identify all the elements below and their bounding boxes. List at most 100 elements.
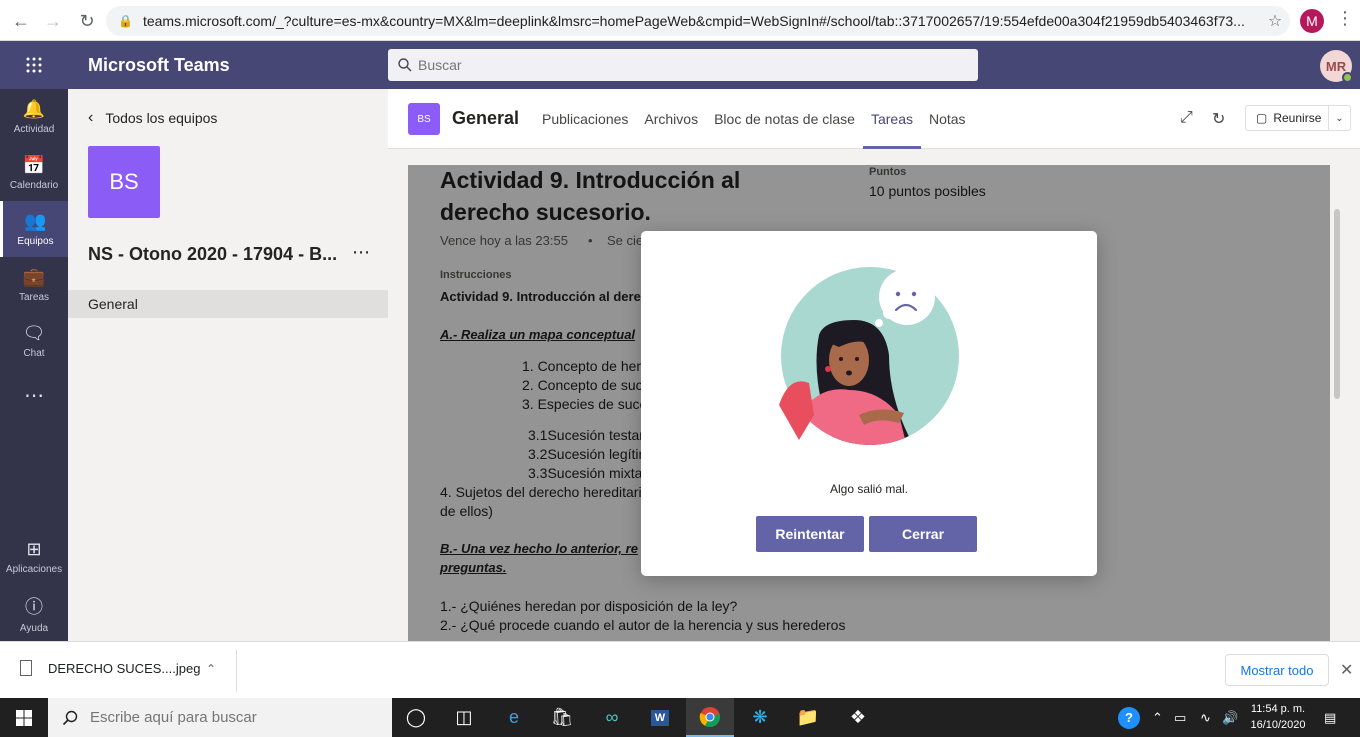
bookmark-star-icon[interactable]: ☆: [1260, 11, 1290, 31]
taskbar-search[interactable]: [48, 698, 392, 737]
show-all-button[interactable]: Mostrar todo: [1225, 654, 1329, 686]
chevron-down-icon[interactable]: ⌄: [1328, 106, 1350, 130]
cortana-icon[interactable]: ◯: [392, 698, 440, 737]
word-icon[interactable]: W: [636, 698, 684, 737]
battery-icon[interactable]: ▭: [1174, 698, 1186, 737]
error-dialog: Algo salió mal. Reintentar Cerrar: [641, 231, 1097, 576]
video-camera-icon: ▢: [1256, 111, 1268, 125]
store-icon[interactable]: 🛍: [538, 698, 586, 737]
team-more-options-icon[interactable]: ⋯: [352, 242, 370, 263]
rail-item-assignments[interactable]: 💼 Tareas: [0, 257, 68, 313]
search-box[interactable]: [388, 49, 978, 81]
taskbar-search-input[interactable]: [90, 709, 370, 726]
system-clock[interactable]: 11:54 p. m. 16/10/2020: [1246, 701, 1310, 733]
meet-button[interactable]: ▢ Reunirse ⌄: [1245, 105, 1351, 131]
apps-icon: ⊞: [26, 539, 42, 559]
infinity-app-icon[interactable]: ∞: [588, 698, 636, 737]
lock-icon: 🔒: [118, 14, 133, 28]
channel-header: BS General Publicaciones Archivos Bloc d…: [388, 89, 1360, 149]
dropbox-icon[interactable]: ❖: [834, 698, 882, 737]
notifications-icon[interactable]: ▤: [1324, 698, 1336, 737]
refresh-icon[interactable]: ↻: [1212, 109, 1225, 129]
windows-start-icon[interactable]: [0, 698, 48, 737]
rail-item-activity[interactable]: 🔔 Actividad: [0, 89, 68, 145]
clock-time: 11:54 p. m.: [1250, 703, 1306, 715]
expand-icon[interactable]: ⤢: [1180, 109, 1193, 127]
all-teams-link[interactable]: ‹ Todos los equipos: [88, 109, 217, 127]
help-icon: ⓘ: [25, 596, 43, 617]
teams-icon: 👥: [24, 211, 47, 231]
clock-date: 16/10/2020: [1250, 719, 1306, 731]
reload-icon[interactable]: ↻: [72, 6, 102, 36]
channel-item-general[interactable]: General: [68, 290, 388, 318]
rail-label: Tareas: [18, 292, 49, 303]
chat-icon: 🗨: [22, 323, 46, 343]
rail-label: Equipos: [17, 236, 54, 247]
tab-assignments[interactable]: Tareas: [862, 89, 921, 149]
download-bar: DERECHO SUCES....jpeg ⌃ Mostrar todo ✕: [0, 641, 1360, 698]
tab-grades[interactable]: Notas: [921, 89, 974, 149]
tab-class-notebook[interactable]: Bloc de notas de clase: [706, 89, 863, 149]
rail-item-chat[interactable]: 🗨 Chat: [0, 313, 68, 369]
rail-item-help[interactable]: ⓘ Ayuda: [0, 585, 68, 641]
rail-item-teams[interactable]: 👥 Equipos: [0, 201, 68, 257]
team-side-panel: ‹ Todos los equipos BS NS - Otono 2020 -…: [68, 89, 388, 641]
edge-icon[interactable]: ❋: [736, 698, 784, 737]
teams-header: Microsoft Teams MR: [0, 41, 1360, 89]
channel-tabs: Publicaciones Archivos Bloc de notas de …: [534, 89, 974, 149]
chrome-icon[interactable]: [686, 698, 734, 737]
rail-label: Chat: [23, 348, 45, 359]
search-icon: [62, 710, 78, 725]
retry-button[interactable]: Reintentar: [756, 516, 864, 552]
task-view-icon[interactable]: ◫: [440, 698, 488, 737]
edge-legacy-icon[interactable]: e: [490, 698, 538, 737]
address-bar[interactable]: 🔒 teams.microsoft.com/_?culture=es-mx&co…: [106, 6, 1290, 36]
user-avatar[interactable]: MR: [1320, 50, 1353, 83]
close-icon[interactable]: ✕: [1340, 660, 1353, 680]
team-name: NS - Otono 2020 - 17904 - B...: [88, 244, 338, 264]
rail-item-calendar[interactable]: 📅 Calendario: [0, 145, 68, 201]
rail-label: Ayuda: [19, 622, 49, 634]
channel-title: General: [452, 108, 520, 128]
all-teams-label: Todos los equipos: [105, 110, 218, 126]
calendar-icon: 📅: [22, 155, 46, 175]
download-item[interactable]: DERECHO SUCES....jpeg: [20, 660, 200, 676]
browser-profile-avatar[interactable]: M: [1300, 9, 1324, 33]
file-explorer-icon[interactable]: 📁: [784, 698, 832, 737]
more-dots-icon: ⋯: [24, 384, 44, 407]
content-scrollbar[interactable]: [1334, 209, 1340, 399]
forward-arrow-icon[interactable]: →: [38, 6, 68, 36]
close-button[interactable]: Cerrar: [869, 516, 977, 552]
team-avatar-tile: BS: [88, 146, 160, 218]
download-divider: [236, 650, 237, 692]
search-input[interactable]: [418, 57, 918, 73]
back-arrow-icon[interactable]: ←: [6, 6, 36, 36]
chevron-up-tray-icon[interactable]: ⌃: [1152, 698, 1163, 737]
url-text: teams.microsoft.com/_?culture=es-mx&coun…: [142, 13, 1245, 29]
app-title: Microsoft Teams: [88, 54, 230, 75]
rail-label: Aplicaciones: [5, 564, 63, 575]
rail-label: Calendario: [9, 180, 59, 191]
rail-item-apps[interactable]: ⊞ Aplicaciones: [0, 529, 68, 585]
tab-posts[interactable]: Publicaciones: [534, 89, 636, 149]
app-rail: 🔔 Actividad 📅 Calendario 👥 Equipos 💼 Tar…: [0, 89, 68, 641]
avatar-initials: MR: [1325, 58, 1347, 74]
error-message: Algo salió mal.: [829, 482, 909, 496]
chevron-up-icon[interactable]: ⌃: [206, 662, 216, 676]
chevron-left-icon: ‹: [88, 109, 94, 126]
help-tray-icon[interactable]: ?: [1118, 698, 1140, 737]
app-launcher-icon[interactable]: [0, 41, 68, 89]
bell-icon: 🔔: [22, 99, 46, 119]
wifi-icon[interactable]: ∿: [1200, 698, 1211, 737]
download-file-name: DERECHO SUCES....jpeg: [48, 660, 201, 676]
meet-label: Reunirse: [1273, 111, 1322, 125]
channel-badge: BS: [408, 103, 440, 135]
browser-toolbar: ← → ↻ 🔒 teams.microsoft.com/_?culture=es…: [0, 0, 1360, 41]
browser-menu-icon[interactable]: ⋮: [1336, 8, 1354, 29]
tab-files[interactable]: Archivos: [636, 89, 706, 149]
volume-icon[interactable]: 🔊: [1222, 698, 1238, 737]
windows-taskbar: ◯ ◫ e 🛍 ∞ W ❋ 📁 ❖ ? ⌃ ▭ ∿ 🔊 11:54 p. m. …: [0, 698, 1360, 737]
rail-more-icon[interactable]: ⋯: [0, 369, 68, 425]
search-icon: [398, 58, 412, 72]
presence-available-icon: [1342, 72, 1353, 83]
